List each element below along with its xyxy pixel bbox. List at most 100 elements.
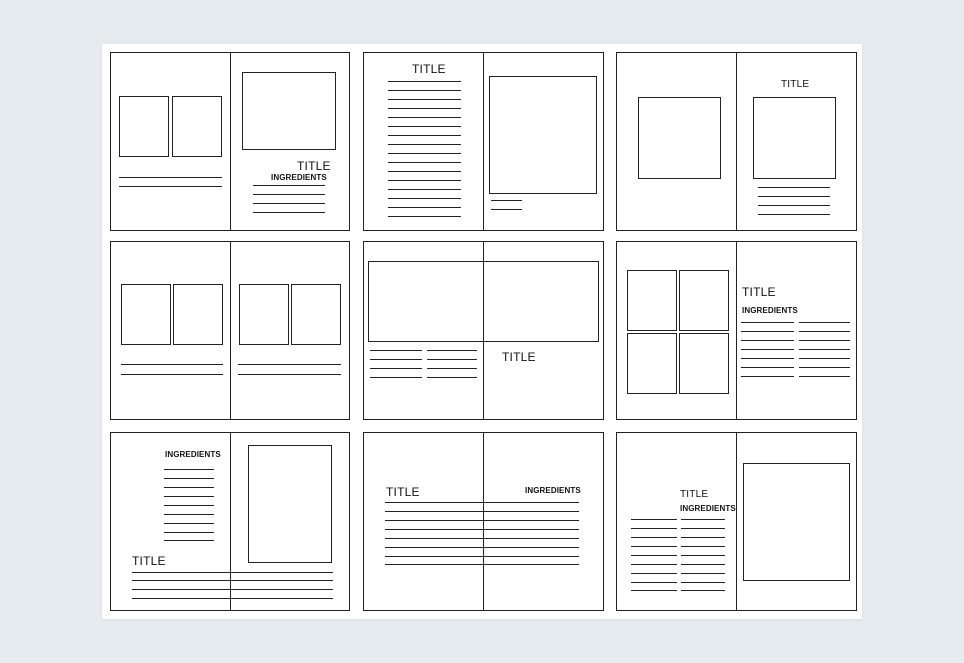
image-placeholder (627, 270, 677, 331)
text-line (741, 322, 794, 323)
text-line (121, 364, 223, 365)
text-line (631, 590, 677, 591)
text-line (741, 331, 794, 332)
text-line (427, 368, 477, 369)
text-line (253, 194, 325, 195)
text-line (388, 135, 461, 136)
text-line (164, 496, 214, 497)
text-line (427, 359, 477, 360)
image-placeholder (291, 284, 341, 345)
layout-spread-1[interactable]: TITLE INGREDIENTS (110, 52, 350, 231)
image-placeholder (627, 333, 677, 394)
text-line (370, 368, 422, 369)
text-line (119, 177, 222, 178)
text-line (681, 582, 725, 583)
text-line (681, 555, 725, 556)
text-line (741, 340, 794, 341)
layout-spread-4[interactable] (110, 241, 350, 420)
spread-fold (483, 433, 484, 610)
text-line (799, 367, 850, 368)
ingredients-heading: INGREDIENTS (742, 306, 798, 315)
text-line (132, 580, 333, 581)
text-line (132, 572, 333, 573)
text-line (370, 359, 422, 360)
spread-fold (736, 433, 737, 610)
text-line (132, 598, 333, 599)
recipe-title: TITLE (132, 554, 166, 568)
ingredients-heading: INGREDIENTS (680, 504, 736, 513)
image-placeholder (489, 76, 597, 194)
layout-spread-8[interactable]: TITLE INGREDIENTS (363, 432, 604, 611)
layout-spread-9[interactable]: TITLE INGREDIENTS (616, 432, 857, 611)
text-line (681, 519, 725, 520)
image-placeholder (239, 284, 289, 345)
image-placeholder (173, 284, 223, 345)
ingredients-heading: INGREDIENTS (271, 173, 327, 182)
text-line (388, 180, 461, 181)
text-line (631, 555, 677, 556)
image-placeholder (242, 72, 336, 150)
text-line (681, 528, 725, 529)
text-line (388, 108, 461, 109)
text-line (741, 349, 794, 350)
image-placeholder (679, 333, 729, 394)
spread-fold (736, 53, 737, 230)
text-line (253, 185, 325, 186)
layout-spread-7[interactable]: INGREDIENTS TITLE (110, 432, 350, 611)
text-line (388, 216, 461, 217)
text-line (631, 582, 677, 583)
spread-fold (736, 242, 737, 419)
text-line (164, 514, 214, 515)
text-line (491, 209, 522, 210)
layout-spread-2[interactable]: TITLE (363, 52, 604, 231)
text-line (388, 207, 461, 208)
text-line (385, 529, 579, 530)
text-line (388, 171, 461, 172)
recipe-title: TITLE (742, 285, 776, 299)
text-line (799, 349, 850, 350)
text-line (631, 573, 677, 574)
layout-sheet: TITLE INGREDIENTS TITLE TITLE TITLE TITL… (102, 44, 862, 619)
text-line (164, 540, 214, 541)
text-line (799, 340, 850, 341)
text-line (681, 546, 725, 547)
text-line (681, 537, 725, 538)
text-line (385, 538, 579, 539)
text-line (164, 469, 214, 470)
text-line (741, 376, 794, 377)
text-line (370, 350, 422, 351)
layout-spread-5[interactable]: TITLE (363, 241, 604, 420)
text-line (631, 546, 677, 547)
text-line (799, 376, 850, 377)
image-placeholder (121, 284, 171, 345)
text-line (164, 505, 214, 506)
text-line (388, 117, 461, 118)
text-line (388, 99, 461, 100)
layout-spread-3[interactable]: TITLE (616, 52, 857, 231)
text-line (388, 153, 461, 154)
spread-fold (230, 53, 231, 230)
text-line (631, 537, 677, 538)
text-line (385, 547, 579, 548)
text-line (758, 187, 830, 188)
recipe-title: TITLE (386, 485, 420, 499)
text-line (799, 331, 850, 332)
text-line (388, 144, 461, 145)
ingredients-heading: INGREDIENTS (165, 450, 221, 459)
ingredients-heading: INGREDIENTS (525, 486, 581, 495)
text-line (164, 478, 214, 479)
image-placeholder (743, 463, 850, 581)
text-line (385, 556, 579, 557)
text-line (388, 81, 461, 82)
text-line (370, 377, 422, 378)
layout-spread-6[interactable]: TITLE INGREDIENTS (616, 241, 857, 420)
text-line (164, 532, 214, 533)
text-line (427, 377, 477, 378)
text-line (121, 374, 223, 375)
recipe-title: TITLE (680, 489, 709, 500)
text-line (388, 198, 461, 199)
recipe-title: TITLE (412, 62, 446, 76)
spread-fold (483, 53, 484, 230)
text-line (238, 364, 341, 365)
text-line (385, 511, 579, 512)
